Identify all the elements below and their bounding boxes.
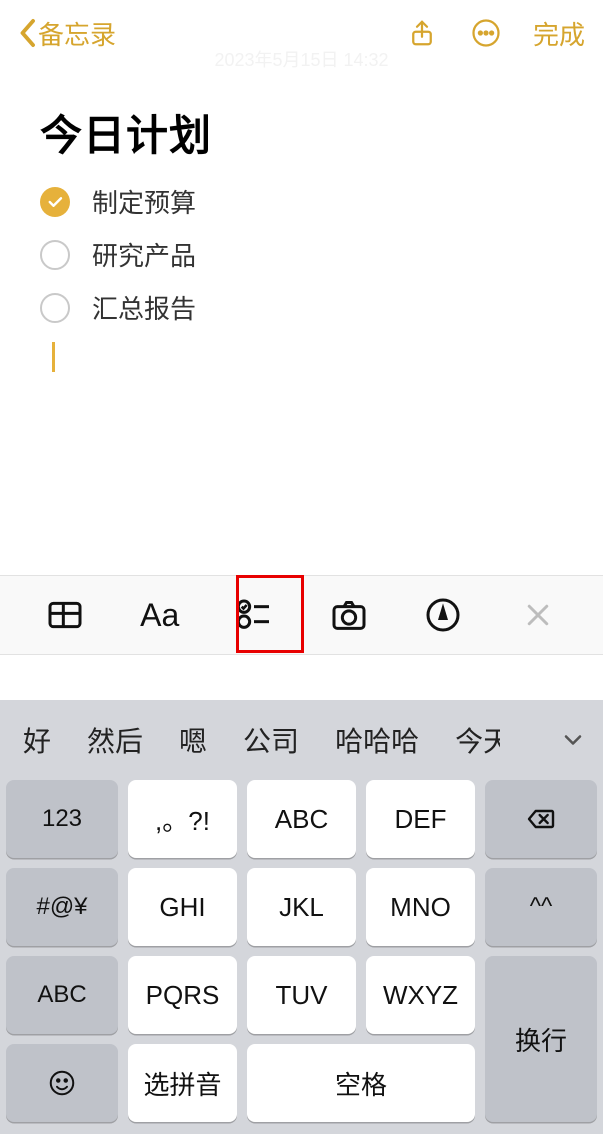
markup-icon (423, 595, 463, 635)
aa-label: Aa (140, 597, 179, 634)
key-def[interactable]: DEF (366, 780, 475, 858)
key-abc-mode[interactable]: ABC (6, 956, 118, 1034)
text-format-button[interactable]: Aa (135, 590, 185, 640)
checklist-item-text[interactable]: 汇总报告 (92, 289, 196, 326)
checkbox-empty[interactable] (40, 240, 70, 270)
text-cursor (52, 342, 55, 372)
checklist-icon (234, 595, 274, 635)
key-pinyin[interactable]: 选拼音 (128, 1044, 237, 1122)
close-icon (523, 600, 553, 630)
key-enter[interactable]: 换行 (485, 956, 597, 1122)
back-label: 备忘录 (38, 15, 116, 52)
candidate[interactable]: 哈哈哈 (320, 720, 434, 760)
checklist-item-text[interactable]: 研究产品 (92, 236, 196, 273)
candidate[interactable]: 然后 (72, 720, 158, 760)
checkbox-empty[interactable] (40, 293, 70, 323)
keyboard: 好 然后 嗯 公司 哈哈哈 今天 123 ,。?! ABC DEF #@¥ GH… (0, 700, 603, 1134)
checklist-item[interactable]: 制定预算 (40, 183, 563, 220)
check-icon (46, 193, 64, 211)
key-abc[interactable]: ABC (247, 780, 356, 858)
key-pqrs[interactable]: PQRS (128, 956, 237, 1034)
key-delete[interactable] (485, 780, 597, 858)
checklist-item-text[interactable]: 制定预算 (92, 183, 196, 220)
more-button[interactable] (469, 16, 503, 50)
key-symbols[interactable]: #@¥ (6, 868, 118, 946)
emoji-icon (47, 1068, 77, 1098)
table-button[interactable] (40, 590, 90, 640)
chevron-down-icon (559, 726, 587, 754)
markup-button[interactable] (418, 590, 468, 640)
key-123[interactable]: 123 (6, 780, 118, 858)
key-mno[interactable]: MNO (366, 868, 475, 946)
candidate[interactable]: 嗯 (164, 720, 222, 760)
delete-icon (525, 803, 557, 835)
key-jkl[interactable]: JKL (247, 868, 356, 946)
checklist-item[interactable]: 研究产品 (40, 236, 563, 273)
dismiss-keyboard-button[interactable] (513, 590, 563, 640)
table-icon (45, 595, 85, 635)
note-title[interactable]: 今日计划 (40, 102, 563, 163)
expand-candidates-button[interactable] (551, 718, 595, 762)
checklist-button[interactable] (229, 590, 279, 640)
ellipsis-circle-icon (471, 18, 501, 48)
candidate[interactable]: 今天 (440, 720, 500, 760)
key-ghi[interactable]: GHI (128, 868, 237, 946)
chevron-left-icon (18, 18, 36, 48)
candidate[interactable]: 公司 (228, 720, 314, 760)
checklist-item[interactable]: 汇总报告 (40, 289, 563, 326)
done-button[interactable]: 完成 (533, 15, 585, 52)
key-punct[interactable]: ,。?! (128, 780, 237, 858)
share-icon (407, 18, 437, 48)
share-button[interactable] (405, 16, 439, 50)
key-space[interactable]: 空格 (247, 1044, 475, 1122)
candidate[interactable]: 好 (8, 720, 66, 760)
key-wxyz[interactable]: WXYZ (366, 956, 475, 1034)
candidate-bar: 好 然后 嗯 公司 哈哈哈 今天 (0, 700, 603, 780)
camera-button[interactable] (324, 590, 374, 640)
note-body[interactable]: 今日计划 制定预算 研究产品 汇总报告 (0, 66, 603, 372)
key-emoji[interactable] (6, 1044, 118, 1122)
back-button[interactable]: 备忘录 (18, 15, 116, 52)
format-toolbar: Aa (0, 575, 603, 655)
checkbox-checked[interactable] (40, 187, 70, 217)
key-tuv[interactable]: TUV (247, 956, 356, 1034)
key-caret[interactable]: ^^ (485, 868, 597, 946)
camera-icon (329, 595, 369, 635)
